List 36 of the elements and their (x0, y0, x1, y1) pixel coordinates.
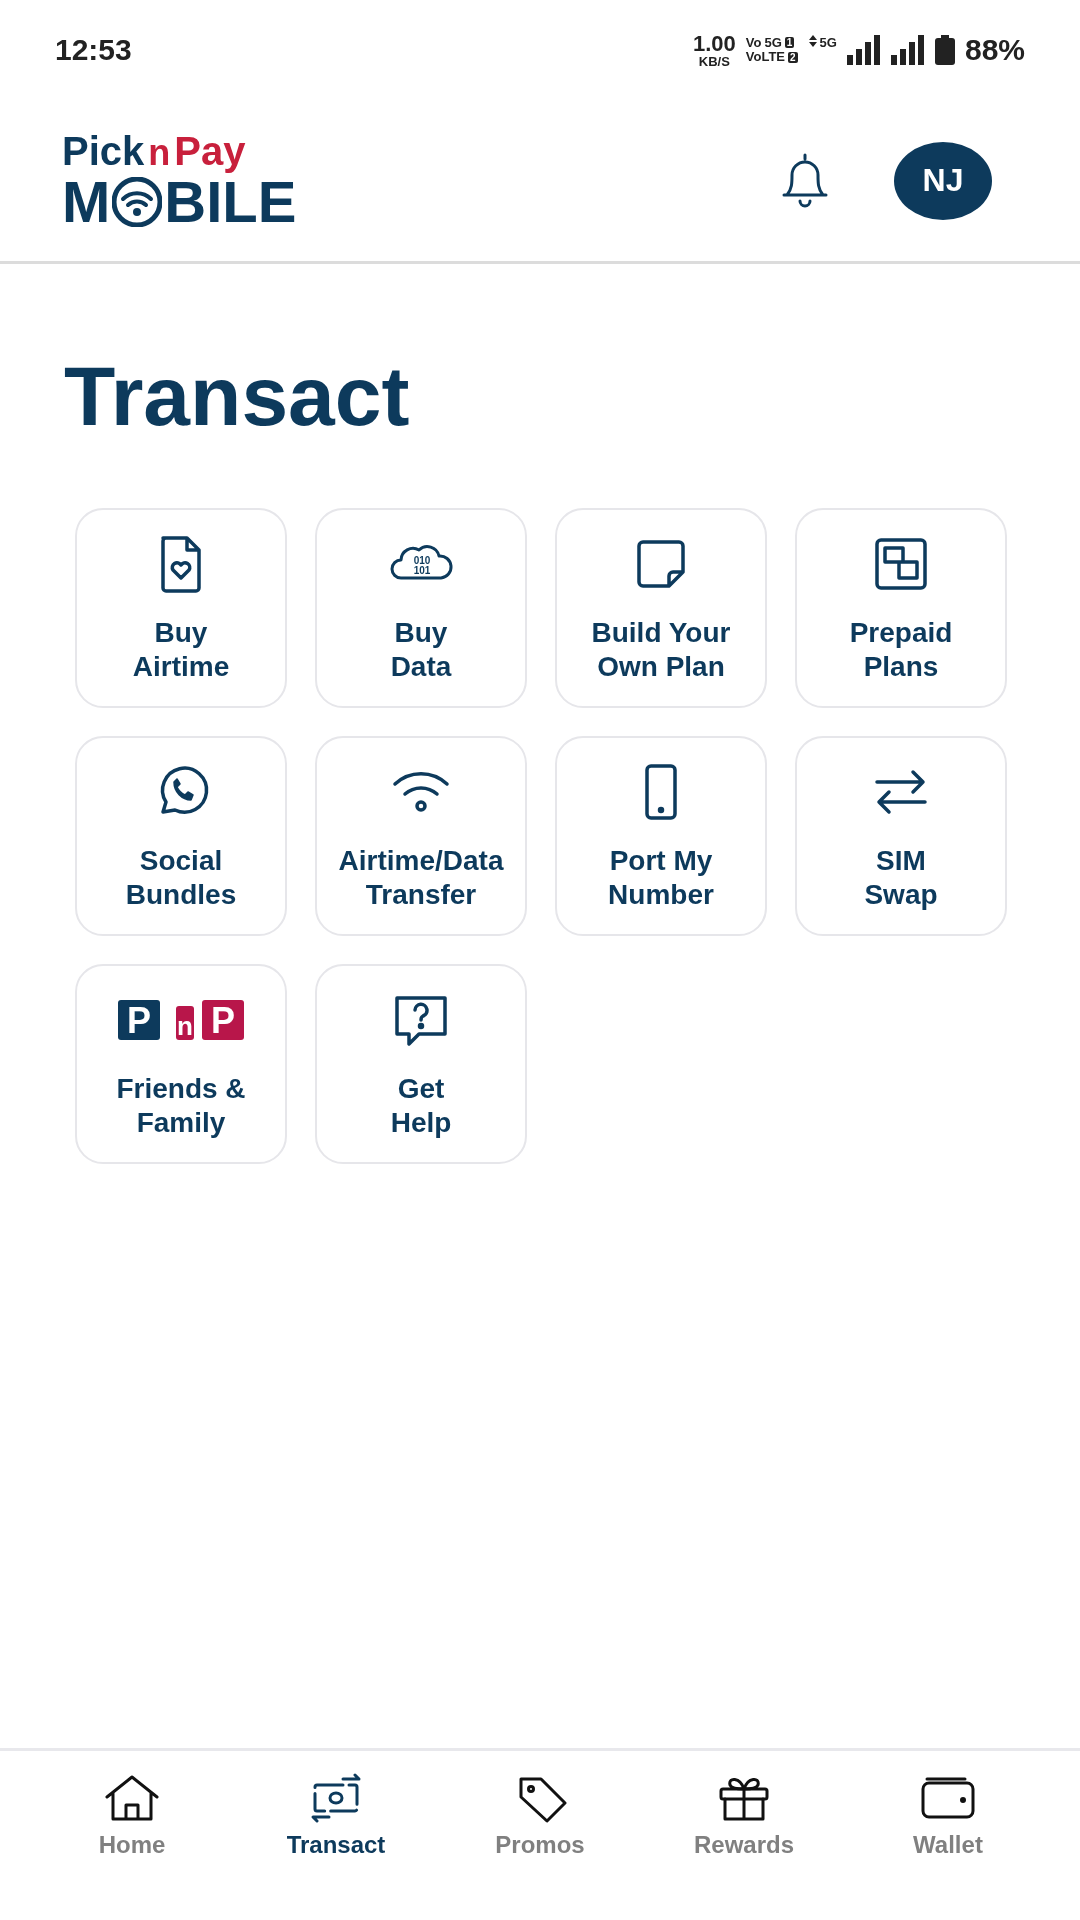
status-time: 12:53 (55, 33, 132, 67)
data-arrows-icon (807, 35, 818, 47)
network-speed: 1.00 (692, 32, 736, 55)
network-type: 5G (819, 35, 837, 50)
transact-tile[interactable]: Port My Number (555, 736, 767, 936)
page-title: Transact (64, 354, 411, 438)
nav-tab[interactable]: Home (52, 1771, 212, 1859)
transact-tile[interactable]: Get Help (315, 964, 527, 1164)
transact-tile[interactable]: Social Bundles (75, 736, 287, 936)
network-type: 5G (764, 35, 782, 50)
logo-text: M (62, 172, 111, 231)
transact-tile[interactable]: SIM Swap (795, 736, 1007, 936)
transact-tile[interactable]: Build Your Own Plan (555, 508, 767, 708)
battery-icon (934, 35, 955, 65)
nav-tab[interactable]: Transact (256, 1771, 416, 1859)
sim-badge: 2 (788, 51, 798, 63)
battery-percent: 88% (964, 33, 1025, 67)
transact-tile[interactable]: P n P Friends & Family (75, 964, 287, 1164)
transact-tile[interactable]: Buy Airtime (75, 508, 287, 708)
transact-tile[interactable]: 010 101 Buy Data (315, 508, 527, 708)
volte-label: Vo (745, 35, 762, 50)
signal-icon (846, 35, 881, 65)
logo-text: BILE (164, 172, 297, 231)
logo-text: n (148, 134, 171, 171)
transact-tile[interactable]: Airtime/Data Transfer (315, 736, 527, 936)
nav-tab[interactable]: Promos (460, 1771, 620, 1859)
logo-text: Pay (174, 130, 246, 171)
profile-avatar[interactable]: NJ (894, 141, 992, 220)
signal-icon (890, 35, 925, 65)
sim-badge: 1 (784, 37, 795, 49)
nav-tab[interactable]: Rewards (664, 1771, 824, 1859)
nav-tab[interactable]: Wallet (868, 1771, 1028, 1859)
speed-unit: KB/S (698, 54, 730, 68)
transact-tile[interactable]: Prepaid Plans (795, 508, 1007, 708)
logo-text: Pick (62, 130, 145, 171)
volte-label: VoLTE (745, 50, 786, 65)
